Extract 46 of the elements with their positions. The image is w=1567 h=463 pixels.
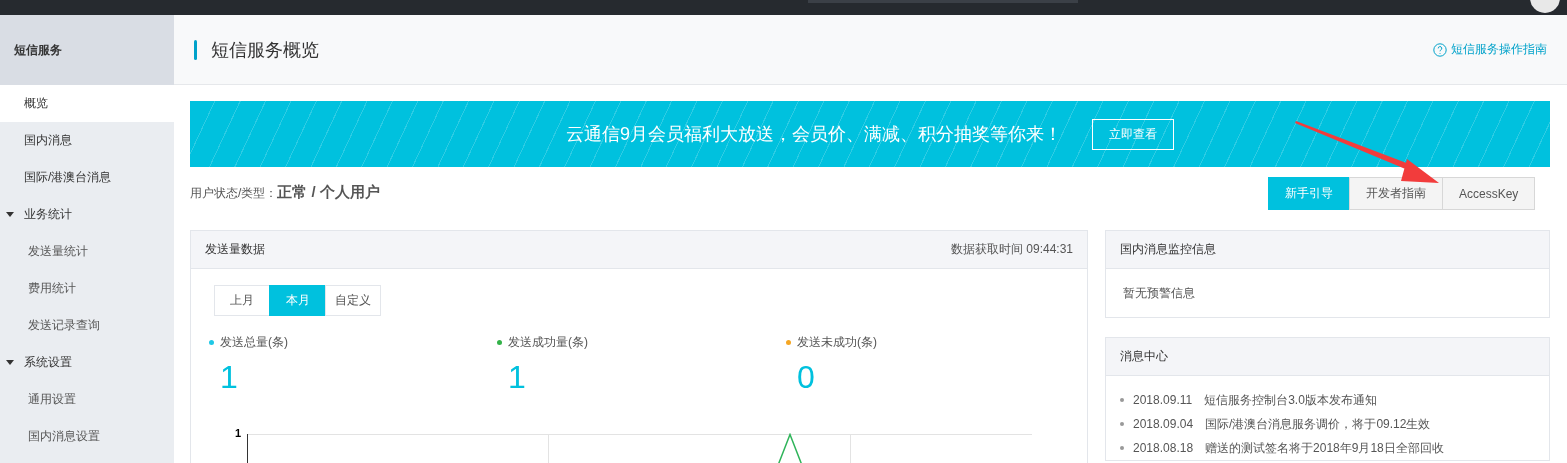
- sidebar-group[interactable]: 系统设置: [0, 344, 174, 381]
- bullet-icon: [1120, 398, 1124, 402]
- sidebar-item[interactable]: 发送量统计: [0, 233, 174, 270]
- sidebar-item[interactable]: 费用统计: [0, 270, 174, 307]
- card-title: 国内消息监控信息: [1120, 241, 1216, 258]
- quick-tab[interactable]: 开发者指南: [1349, 177, 1443, 210]
- user-status-label: 用户状态/类型：: [190, 186, 278, 202]
- title-accent-bar: [194, 39, 197, 60]
- stat-label: 发送成功量(条): [508, 334, 588, 351]
- user-status-value: 正常 / 个人用户: [277, 183, 380, 202]
- quick-tab[interactable]: AccessKey: [1442, 177, 1535, 210]
- y-axis-tick: 1: [235, 427, 243, 439]
- bullet-icon: [1120, 446, 1124, 450]
- sidebar-item[interactable]: 国内消息设置: [0, 418, 174, 455]
- monitor-message: 暂无预警信息: [1123, 284, 1195, 302]
- stat-value: 1: [508, 359, 527, 395]
- sidebar-title: 短信服务: [14, 41, 62, 59]
- sidebar-item[interactable]: 发送记录查询: [0, 307, 174, 344]
- period-tab[interactable]: 自定义: [325, 285, 381, 316]
- news-date: 2018.09.04: [1133, 416, 1194, 433]
- news-title[interactable]: 国际/港澳台消息服务调价，将于09.12生效: [1205, 412, 1431, 436]
- help-icon: [1433, 42, 1447, 57]
- sidebar-item[interactable]: 概览: [0, 85, 174, 122]
- sidebar-item[interactable]: 通用设置: [0, 381, 174, 418]
- banner-text: 云通信9月会员福利大放送，会员价、满减、积分抽奖等你来！: [566, 123, 1062, 146]
- period-tab[interactable]: 上月: [214, 285, 270, 316]
- sidebar-group-label: 业务统计: [24, 206, 72, 223]
- bullet-icon: [1120, 422, 1124, 426]
- card-title: 消息中心: [1120, 348, 1168, 365]
- stat-value: 0: [797, 359, 816, 395]
- sidebar-item[interactable]: 国际/港澳台消息: [0, 159, 174, 196]
- fetch-time: 数据获取时间 09:44:31: [950, 241, 1073, 258]
- news-title[interactable]: 赠送的测试签名将于2018年9月18日全部回收: [1205, 436, 1444, 460]
- stat-label: 发送总量(条): [220, 334, 288, 351]
- news-date: 2018.09.11: [1133, 392, 1193, 409]
- card-title: 发送量数据: [205, 241, 265, 258]
- news-title[interactable]: 短信服务控制台3.0版本发布通知: [1204, 388, 1377, 412]
- stat-label: 发送未成功(条): [797, 334, 877, 351]
- sidebar-item[interactable]: 国内消息: [0, 122, 174, 159]
- caret-icon: [6, 212, 14, 217]
- sidebar-group[interactable]: 业务统计: [0, 196, 174, 233]
- page-title: 短信服务概览: [211, 38, 319, 62]
- caret-icon: [6, 360, 14, 365]
- news-date: 2018.08.18: [1133, 440, 1194, 457]
- stat-value: 1: [220, 359, 239, 395]
- sidebar-group-label: 系统设置: [24, 354, 72, 371]
